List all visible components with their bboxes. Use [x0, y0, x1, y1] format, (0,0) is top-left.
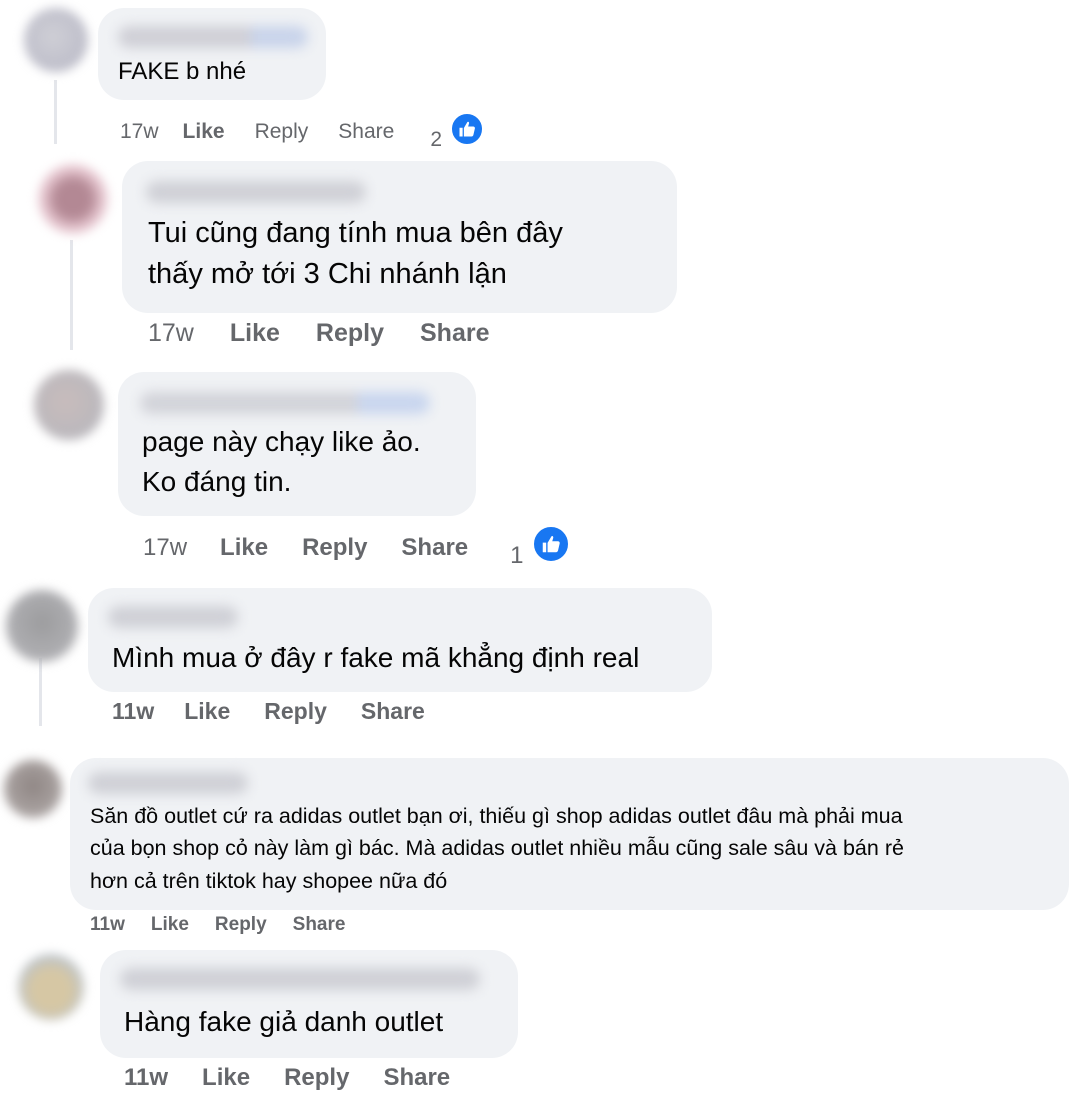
commenter-name-blurred[interactable]: [140, 392, 430, 414]
reaction-summary[interactable]: 2: [430, 112, 484, 152]
comment-actions: 11w Like Reply Share: [90, 914, 345, 936]
comment-text: Tui cũng đang tính mua bên đây thấy mở t…: [148, 217, 563, 291]
comment-text: Săn đồ outlet cứ ra adidas outlet bạn ơi…: [90, 804, 904, 893]
like-button[interactable]: Like: [220, 534, 268, 562]
comment-actions: 17w Like Reply Share 2: [120, 112, 484, 152]
comment-time[interactable]: 17w: [143, 534, 187, 562]
comment-bubble: page này chạy like ảo. Ko đáng tin.: [118, 372, 476, 516]
share-button[interactable]: Share: [293, 914, 346, 936]
comment-bubble: Mình mua ở đây r fake mã khẳng định real: [88, 588, 712, 692]
comment-time[interactable]: 11w: [124, 1064, 168, 1092]
like-button[interactable]: Like: [184, 698, 230, 725]
avatar[interactable]: [18, 954, 84, 1020]
comment-bubble: Hàng fake giả danh outlet: [100, 950, 518, 1058]
reply-button[interactable]: Reply: [264, 698, 327, 725]
share-button[interactable]: Share: [401, 534, 468, 562]
reply-button[interactable]: Reply: [302, 534, 367, 562]
commenter-name-blurred[interactable]: [120, 968, 480, 990]
reply-button[interactable]: Reply: [316, 319, 384, 348]
like-button[interactable]: Like: [151, 914, 189, 936]
commenter-name-blurred[interactable]: [146, 181, 366, 203]
comment-actions: 17w Like Reply Share 1: [143, 525, 571, 570]
avatar[interactable]: [34, 370, 104, 440]
comment-time[interactable]: 17w: [120, 120, 159, 144]
thumbs-up-icon: [532, 525, 571, 563]
comment-time[interactable]: 11w: [90, 914, 125, 936]
share-button[interactable]: Share: [361, 698, 425, 725]
avatar[interactable]: [38, 164, 108, 234]
reaction-count: 2: [430, 128, 442, 151]
thumbs-up-icon: [449, 112, 484, 146]
comment-text: FAKE b nhé: [118, 58, 247, 85]
reaction-summary[interactable]: 1: [510, 525, 571, 570]
commenter-name-blurred[interactable]: [118, 26, 308, 48]
reply-button[interactable]: Reply: [255, 120, 309, 144]
reply-button[interactable]: Reply: [215, 914, 267, 936]
comment-bubble: Tui cũng đang tính mua bên đây thấy mở t…: [122, 161, 677, 313]
avatar[interactable]: [6, 590, 78, 662]
commenter-name-blurred[interactable]: [88, 772, 248, 794]
comment-time[interactable]: 11w: [112, 698, 154, 725]
comment-time[interactable]: 17w: [148, 319, 194, 348]
reply-button[interactable]: Reply: [284, 1064, 349, 1092]
comment-actions: 11w Like Reply Share: [112, 698, 425, 725]
comment-bubble: Săn đồ outlet cứ ra adidas outlet bạn ơi…: [70, 758, 1069, 910]
thread-line: [39, 658, 42, 726]
share-button[interactable]: Share: [338, 120, 394, 144]
share-button[interactable]: Share: [420, 319, 489, 348]
reaction-count: 1: [510, 542, 524, 569]
comment-text: Mình mua ở đây r fake mã khẳng định real: [112, 642, 640, 673]
comment-actions: 11w Like Reply Share: [124, 1064, 450, 1092]
comment-actions: 17w Like Reply Share: [148, 319, 489, 348]
like-button[interactable]: Like: [230, 319, 280, 348]
like-button[interactable]: Like: [183, 120, 225, 144]
comment-text: Hàng fake giả danh outlet: [124, 1006, 444, 1037]
like-button[interactable]: Like: [202, 1064, 250, 1092]
commenter-name-blurred[interactable]: [108, 606, 238, 628]
avatar[interactable]: [24, 8, 88, 72]
comment-bubble: FAKE b nhé: [98, 8, 326, 100]
avatar[interactable]: [4, 760, 62, 818]
share-button[interactable]: Share: [383, 1064, 450, 1092]
thread-line: [54, 80, 57, 144]
comment-text: page này chạy like ảo. Ko đáng tin.: [142, 426, 421, 497]
thread-line: [70, 240, 73, 350]
